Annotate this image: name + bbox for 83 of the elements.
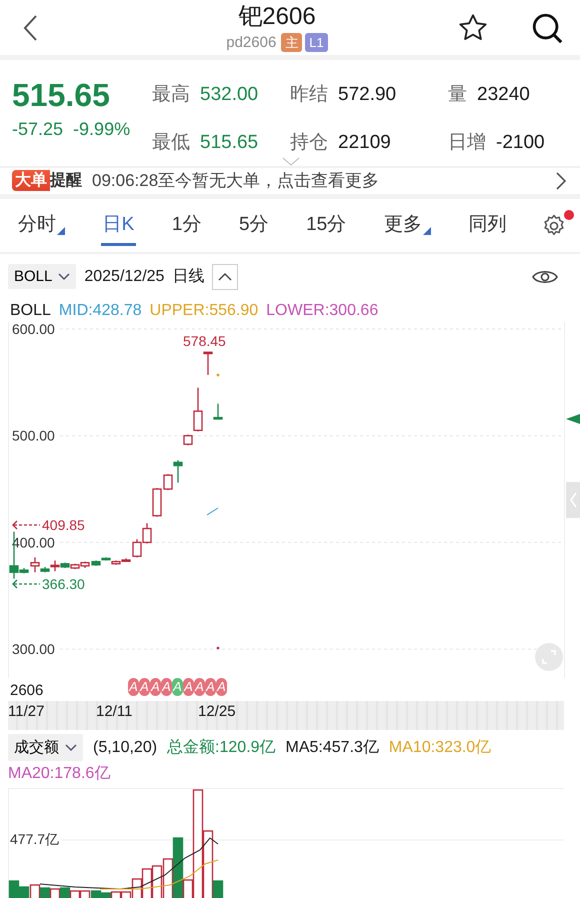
chevron-down-icon [65,744,77,752]
candle [183,434,193,445]
date-label: 12/25 [198,702,236,720]
chart-date: 2025/12/25 [84,268,164,286]
period-high-marker: 409.85 [42,516,85,533]
price-change: -57.25 [12,119,64,140]
settings-icon[interactable] [542,214,566,238]
volume-legend-item: MA5:457.3亿 [286,738,379,758]
stat-label: 最低 [152,130,190,155]
period-tab[interactable]: 同列 [466,205,508,246]
contract-tag: L1 [305,33,328,52]
high-price-label: 578.45 [183,332,226,349]
alert-badge: 大单 [12,170,50,192]
candle [173,460,183,482]
back-button[interactable] [22,14,38,42]
boll-legend-item: UPPER:556.90 [150,302,258,320]
candle [213,403,223,420]
volume-axis-label: 477.7亿 [10,831,60,847]
price-axis-label: 300.00 [12,640,55,657]
stat-label: 昨结 [290,83,328,108]
chevron-down-icon [58,272,70,281]
signal-bubble: A [161,678,172,696]
stat-value: -2100 [496,130,545,155]
period-tab[interactable]: 1分 [170,205,204,246]
boll-legend-item: BOLL [10,302,51,320]
boll-legend-item: MID:428.78 [58,302,142,320]
last-price: 515.65 [12,76,111,116]
mid-band-segment [206,507,218,516]
stat-label: 最高 [152,83,190,108]
collapse-button[interactable] [212,264,238,290]
alert-message: 09:06:28至今暂无大单，点击查看更多 [92,170,380,192]
period-tab[interactable]: 15分 [304,205,348,246]
signal-bubble: A [205,678,216,696]
stat-value: 532.00 [200,83,258,108]
candle [203,351,213,374]
period-tab[interactable]: 分时 [16,205,67,246]
stat-value: 515.65 [200,130,258,155]
side-panel-handle[interactable] [566,482,580,518]
signal-bubble: A [183,678,194,696]
volume-legend-item: (5,10,20) [93,738,158,756]
period-tab[interactable]: 更多 [382,205,433,246]
contract-label: 2606 [10,682,44,699]
large-order-alert[interactable]: 大单 提醒 09:06:28至今暂无大单，点击查看更多 [0,166,580,199]
stat-label: 日增 [448,130,486,155]
boll-legend-item: LOWER:300.66 [266,302,378,320]
signal-bubble: A [139,678,150,696]
signal-bubble: A [194,678,205,696]
chevron-right-icon [556,172,566,190]
date-label: 11/27 [8,702,44,720]
candle [193,387,203,431]
price-axis-label: 600.00 [12,322,55,337]
leader-arrow [12,520,40,529]
contract-title: 钯2606 [238,3,316,32]
lower-band-dot [216,646,220,649]
leader-arrow [12,579,40,588]
chevron-up-icon [218,272,232,281]
signal-bubble: A [150,678,161,696]
stat-label: 持仓 [290,130,328,155]
signal-bubble: A [172,678,183,696]
stat-value: 22109 [338,130,391,155]
price-change-percent: -9.99% [73,119,130,140]
current-price-marker [566,414,580,424]
volume-legend-item: MA10:323.0亿 [388,738,492,758]
stat-value: 572.90 [338,83,396,108]
contract-tag: 主 [281,33,302,52]
period-tab[interactable]: 5分 [236,205,271,246]
indicator-select[interactable]: BOLL [8,264,76,290]
stat-value: 23240 [477,83,530,108]
candle [142,522,152,543]
contract-code: pd2606 [226,34,276,52]
stat-label: 量 [448,83,467,108]
date-label: 12/11 [96,702,132,720]
signal-bubble: A [128,678,139,696]
volume-indicator-select[interactable]: 成交额 [8,734,83,761]
chart-period: 日线 [172,266,204,288]
period-low-marker: 366.30 [42,576,85,592]
volume-legend-item: MA20:178.6亿 [8,764,110,784]
alert-badge-label: 提醒 [50,170,82,192]
price-axis-label: 500.00 [12,427,55,444]
signal-bubble: A [216,678,227,696]
volume-legend-item: 总金额:120.9亿 [167,738,276,758]
upper-band-dot [216,373,220,376]
period-tab[interactable]: 日K [100,205,136,246]
